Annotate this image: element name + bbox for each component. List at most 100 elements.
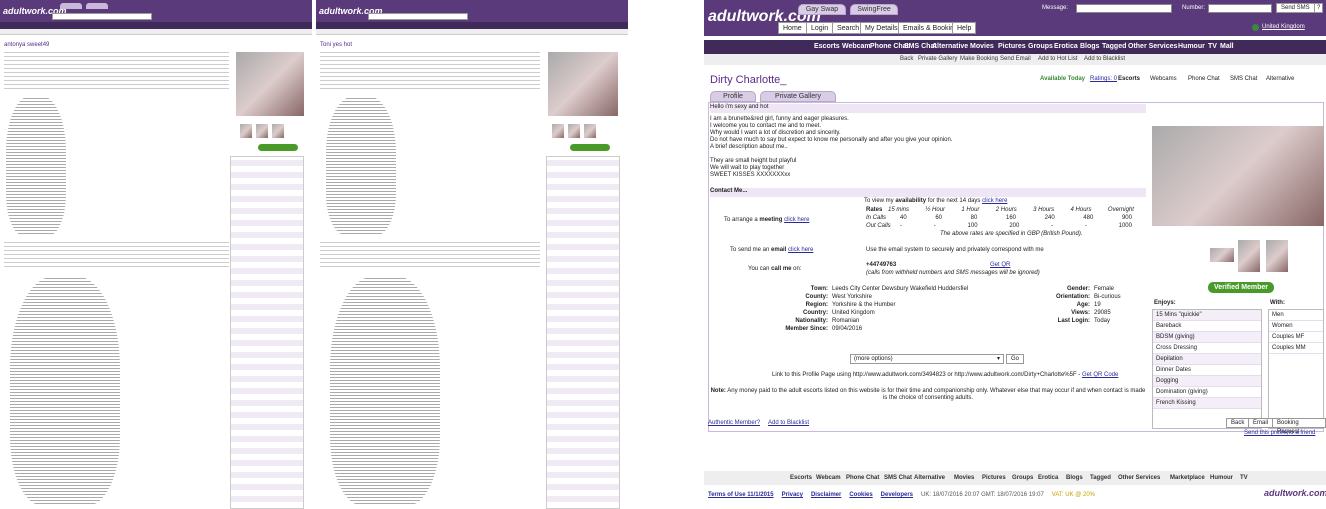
footer-nav-item[interactable]: Escorts bbox=[790, 471, 812, 485]
my-details-button[interactable]: My Details bbox=[860, 22, 903, 34]
privacy-link[interactable]: Privacy bbox=[782, 492, 803, 498]
number-input[interactable] bbox=[1208, 4, 1272, 13]
nav-other-services[interactable]: Other Services bbox=[1128, 40, 1177, 54]
nav-humour[interactable]: Humour bbox=[1178, 40, 1205, 54]
enjoys-item: Depilation bbox=[1153, 354, 1261, 365]
thumb-photo[interactable] bbox=[1210, 248, 1234, 262]
nav-tv[interactable]: TV bbox=[1208, 40, 1217, 54]
nav-pictures[interactable]: Pictures bbox=[998, 40, 1026, 54]
message-input[interactable] bbox=[1076, 4, 1172, 13]
top-buttons[interactable] bbox=[52, 13, 152, 20]
nav-mall[interactable]: Mall bbox=[1220, 40, 1234, 54]
profile-photo[interactable] bbox=[548, 52, 618, 116]
nav-erotica[interactable]: Erotica bbox=[1054, 40, 1078, 54]
footer-nav-item[interactable]: Erotica bbox=[1038, 471, 1058, 485]
footer-nav-item[interactable]: SMS Chat bbox=[884, 471, 912, 485]
subnav-add-blacklist[interactable]: Add to Blacklist bbox=[1084, 54, 1125, 65]
back-button[interactable]: Back bbox=[1226, 418, 1250, 428]
qr-code-link[interactable]: Get QR Code bbox=[1082, 372, 1118, 378]
top-tab[interactable] bbox=[60, 3, 82, 9]
authentic-member-link[interactable]: Authentic Member? bbox=[708, 420, 760, 426]
footer-nav-item[interactable]: Pictures bbox=[982, 471, 1006, 485]
out-call-rate: 200 bbox=[1009, 223, 1020, 229]
nav-webcam[interactable]: Webcam bbox=[842, 40, 871, 54]
developers-link[interactable]: Developers bbox=[881, 492, 913, 498]
login-button[interactable]: Login bbox=[806, 22, 834, 34]
top-buttons[interactable] bbox=[368, 13, 468, 20]
enjoys-list[interactable]: 15 Mins "quickie" Bareback BDSM (giving)… bbox=[1152, 309, 1262, 429]
tab-profile[interactable]: Profile bbox=[710, 91, 756, 102]
main-nav[interactable] bbox=[316, 22, 628, 29]
thumb-photo[interactable] bbox=[240, 124, 252, 138]
detail-value: 09/04/2016 bbox=[832, 326, 863, 332]
ratings-link[interactable]: Ratings: 0 bbox=[1090, 76, 1117, 82]
footer-nav-item[interactable]: Other Services bbox=[1118, 471, 1160, 485]
email-link[interactable]: click here bbox=[788, 247, 813, 253]
rates-note: The above rates are specified in GBP (Br… bbox=[940, 231, 1083, 237]
send-sms-button[interactable]: Send SMS bbox=[1276, 3, 1315, 13]
help-nav-button[interactable]: Help bbox=[952, 22, 977, 34]
thumb-photo[interactable] bbox=[552, 124, 564, 138]
sub-nav[interactable] bbox=[316, 29, 628, 35]
cookies-link[interactable]: Cookies bbox=[849, 492, 872, 498]
footer-nav-item[interactable]: Humour bbox=[1210, 471, 1233, 485]
nav-escorts[interactable]: Escorts bbox=[814, 40, 840, 54]
subnav-add-hotlist[interactable]: Add to Hot List bbox=[1038, 54, 1077, 65]
subnav-make-booking[interactable]: Make Booking bbox=[960, 54, 998, 65]
subnav-back[interactable]: Back bbox=[900, 54, 913, 65]
booking-request-button[interactable]: Booking Request bbox=[1272, 418, 1326, 435]
footer-nav-item[interactable]: Movies bbox=[954, 471, 974, 485]
footer-logo: adultwork.com bbox=[1264, 488, 1326, 498]
home-button[interactable]: Home bbox=[778, 22, 807, 34]
subnav-private-gallery[interactable]: Private Gallery bbox=[918, 54, 957, 65]
profile-photo[interactable] bbox=[236, 52, 304, 116]
help-button[interactable]: ? bbox=[1314, 3, 1324, 13]
thumb-photo[interactable] bbox=[1238, 240, 1260, 272]
nav-alternative[interactable]: Alternative bbox=[932, 40, 968, 54]
terms-link[interactable]: Terms of Use 11/1/2015 bbox=[708, 492, 774, 498]
options-select[interactable]: (more options) ▾ bbox=[850, 354, 1004, 364]
tab-gay-swap[interactable]: Gay Swap bbox=[798, 4, 846, 15]
send-profile-link[interactable]: Send this profile to a friend bbox=[1244, 430, 1315, 436]
region-link[interactable]: United Kingdom bbox=[1262, 24, 1305, 30]
thumb-photo[interactable] bbox=[568, 124, 580, 138]
nav-movies[interactable]: Movies bbox=[970, 40, 994, 54]
tab-swingfree[interactable]: SwingFree bbox=[850, 4, 898, 15]
footer-nav-item[interactable]: Phone Chat bbox=[846, 471, 879, 485]
email-button[interactable]: Email bbox=[1248, 418, 1274, 428]
thumb-photo[interactable] bbox=[1266, 240, 1288, 272]
top-tab[interactable] bbox=[86, 3, 108, 9]
add-blacklist-link[interactable]: Add to Blacklist bbox=[768, 420, 809, 426]
description-line: We will wait to play together bbox=[710, 165, 785, 171]
footer-nav-item[interactable]: Alternative bbox=[914, 471, 945, 485]
disclaimer-link[interactable]: Disclaimer bbox=[811, 492, 841, 498]
footer-nav-item[interactable]: Groups bbox=[1012, 471, 1033, 485]
subnav-send-email[interactable]: Send Email bbox=[1000, 54, 1031, 65]
thumb-photo[interactable] bbox=[584, 124, 596, 138]
meeting-link[interactable]: click here bbox=[784, 217, 809, 223]
service-phone-chat[interactable]: Phone Chat bbox=[1188, 76, 1220, 82]
footer-nav-item[interactable]: Webcam bbox=[816, 471, 841, 485]
get-qr-link[interactable]: Get QR bbox=[990, 262, 1010, 268]
service-sms-chat[interactable]: SMS Chat bbox=[1230, 76, 1257, 82]
go-button[interactable]: Go bbox=[1006, 354, 1025, 364]
thumb-photo[interactable] bbox=[272, 124, 284, 138]
main-nav[interactable] bbox=[0, 22, 312, 29]
service-escorts[interactable]: Escorts bbox=[1118, 76, 1140, 82]
service-alternative[interactable]: Alternative bbox=[1266, 76, 1294, 82]
in-calls-row: 40 60 80 160 240 480 900 bbox=[900, 215, 1132, 221]
availability-link[interactable]: click here bbox=[982, 198, 1007, 204]
service-webcams[interactable]: Webcams bbox=[1150, 76, 1177, 82]
nav-blogs[interactable]: Blogs bbox=[1080, 40, 1099, 54]
nav-groups[interactable]: Groups bbox=[1028, 40, 1053, 54]
footer-nav-item[interactable]: Marketplace bbox=[1170, 471, 1205, 485]
footer-nav-item[interactable]: TV bbox=[1240, 471, 1248, 485]
profile-photo[interactable] bbox=[1152, 126, 1324, 226]
thumb-photo[interactable] bbox=[256, 124, 268, 138]
footer-nav-item[interactable]: Tagged bbox=[1090, 471, 1111, 485]
sub-nav[interactable] bbox=[0, 29, 312, 35]
enjoys-list bbox=[546, 156, 620, 509]
nav-tagged[interactable]: Tagged bbox=[1102, 40, 1126, 54]
tab-private-gallery[interactable]: Private Gallery bbox=[760, 91, 836, 102]
footer-nav-item[interactable]: Blogs bbox=[1066, 471, 1083, 485]
